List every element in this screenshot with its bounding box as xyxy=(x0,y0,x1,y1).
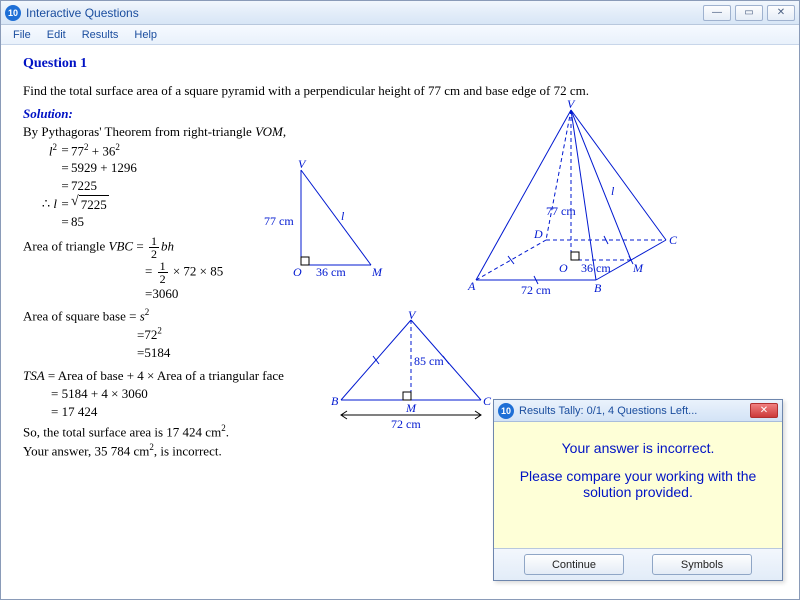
svg-text:77 cm: 77 cm xyxy=(546,204,576,218)
svg-text:l: l xyxy=(611,184,615,198)
maximize-button[interactable]: ▭ xyxy=(735,5,763,21)
svg-text:M: M xyxy=(405,401,417,415)
results-dialog: 10 Results Tally: 0/1, 4 Questions Left.… xyxy=(493,399,783,581)
svg-text:A: A xyxy=(467,279,476,293)
svg-text:B: B xyxy=(594,281,602,295)
dialog-button-bar: Continue Symbols xyxy=(494,548,782,580)
svg-text:72 cm: 72 cm xyxy=(391,417,421,431)
svg-text:36 cm: 36 cm xyxy=(581,261,611,275)
close-button[interactable]: ✕ xyxy=(767,5,795,21)
menubar: File Edit Results Help xyxy=(1,25,799,45)
svg-text:C: C xyxy=(669,233,678,247)
window-controls: — ▭ ✕ xyxy=(703,5,795,21)
svg-text:O: O xyxy=(293,265,302,279)
menu-results[interactable]: Results xyxy=(74,27,127,43)
diagram-right-triangle-vom: V O M 77 cm l 36 cm xyxy=(276,160,396,285)
menu-edit[interactable]: Edit xyxy=(39,27,74,43)
window-title: Interactive Questions xyxy=(26,6,139,20)
minimize-button[interactable]: — xyxy=(703,5,731,21)
dialog-message-1: Your answer is incorrect. xyxy=(508,440,768,456)
svg-text:72 cm: 72 cm xyxy=(521,283,551,297)
dialog-app-icon: 10 xyxy=(498,403,514,419)
svg-text:M: M xyxy=(371,265,383,279)
svg-text:O: O xyxy=(559,261,568,275)
diagram-pyramid-3d: V A B C D O M 77 cm l 36 cm 72 cm xyxy=(446,100,696,305)
svg-text:85 cm: 85 cm xyxy=(414,354,444,368)
symbols-button[interactable]: Symbols xyxy=(652,554,752,575)
question-title: Question 1 xyxy=(23,55,777,74)
app-icon: 10 xyxy=(5,5,21,21)
svg-text:D: D xyxy=(533,227,543,241)
svg-text:C: C xyxy=(483,394,492,408)
svg-text:36 cm: 36 cm xyxy=(316,265,346,279)
continue-button[interactable]: Continue xyxy=(524,554,624,575)
dialog-body: Your answer is incorrect. Please compare… xyxy=(494,422,782,520)
titlebar[interactable]: 10 Interactive Questions — ▭ ✕ xyxy=(1,1,799,25)
app-window: 10 Interactive Questions — ▭ ✕ File Edit… xyxy=(0,0,800,600)
pythagoras-intro: By Pythagoras' Theorem from right-triang… xyxy=(23,124,286,139)
svg-text:77 cm: 77 cm xyxy=(264,214,294,228)
svg-text:B: B xyxy=(331,394,339,408)
dialog-titlebar[interactable]: 10 Results Tally: 0/1, 4 Questions Left.… xyxy=(494,400,782,422)
menu-file[interactable]: File xyxy=(5,27,39,43)
dialog-message-2: Please compare your working with the sol… xyxy=(508,468,768,500)
svg-text:M: M xyxy=(632,261,644,275)
svg-text:l: l xyxy=(341,209,345,223)
question-prompt: Find the total surface area of a square … xyxy=(23,82,777,100)
svg-text:V: V xyxy=(298,157,307,171)
diagram-face-vbc: V B C M 85 cm 72 cm xyxy=(321,315,521,440)
solution-label: Solution: xyxy=(23,106,73,121)
dialog-title: Results Tally: 0/1, 4 Questions Left... xyxy=(519,405,697,417)
dialog-close-button[interactable]: ✕ xyxy=(750,403,778,418)
svg-text:V: V xyxy=(567,97,576,111)
menu-help[interactable]: Help xyxy=(126,27,165,43)
